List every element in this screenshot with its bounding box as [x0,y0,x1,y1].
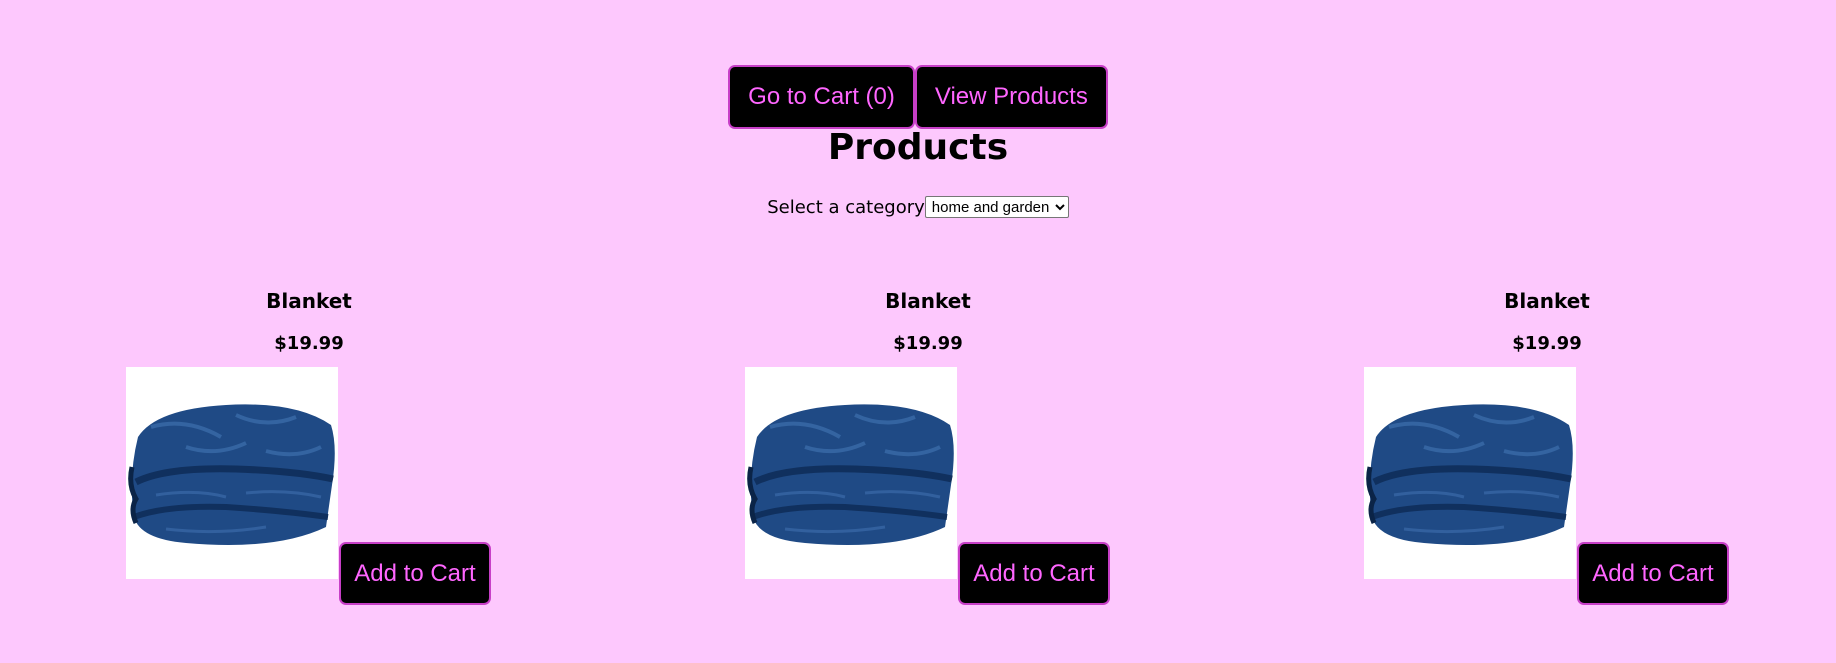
product-image [126,367,338,579]
product-price: $19.99 [1512,333,1582,354]
product-price: $19.99 [274,333,344,354]
category-filter: Select a category home and garden [0,196,1836,218]
category-label: Select a category [767,196,925,218]
product-body: Add to Cart [0,367,618,607]
add-to-cart-button[interactable]: Add to Cart [958,542,1110,605]
view-products-button[interactable]: View Products [914,65,1108,129]
add-to-cart-button[interactable]: Add to Cart [339,542,491,605]
add-to-cart-button[interactable]: Add to Cart [1577,542,1729,605]
product-card: Blanket $19.99 Add to Cart [0,283,618,607]
folded-blanket-icon [745,367,957,579]
go-to-cart-button[interactable]: Go to Cart (0) [728,65,915,129]
top-nav: Go to Cart (0) View Products [0,65,1836,129]
product-card: Blanket $19.99 Add to Cart [619,283,1237,607]
product-name: Blanket [266,289,352,313]
product-body: Add to Cart [1238,367,1836,607]
folded-blanket-icon [126,367,338,579]
product-body: Add to Cart [619,367,1237,607]
product-price: $19.99 [893,333,963,354]
category-select[interactable]: home and garden [924,196,1069,218]
product-name: Blanket [885,289,971,313]
product-image [1364,367,1576,579]
page-title: Products [827,127,1009,168]
product-name: Blanket [1504,289,1590,313]
folded-blanket-icon [1364,367,1576,579]
product-card: Blanket $19.99 Add to Cart [1238,283,1836,607]
product-image [745,367,957,579]
